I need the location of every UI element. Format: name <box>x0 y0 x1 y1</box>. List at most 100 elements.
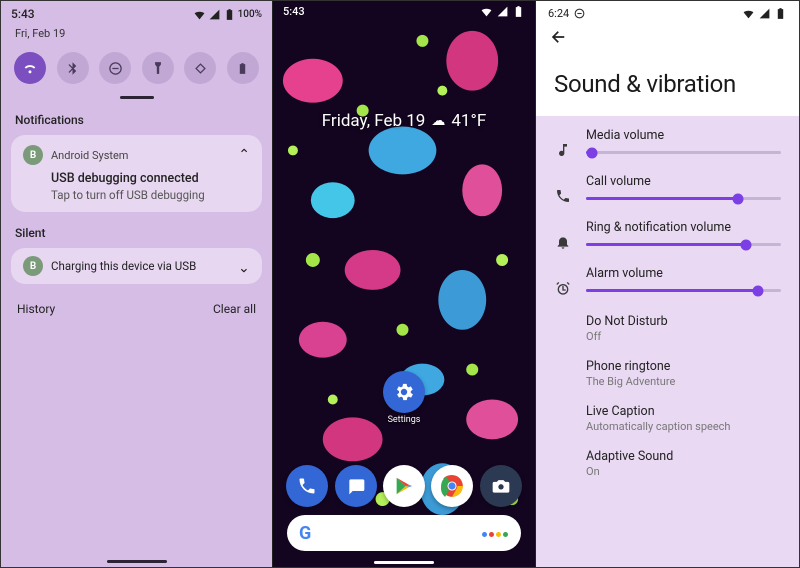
setting-row[interactable]: Do Not DisturbOff <box>536 306 799 351</box>
google-logo-icon: G <box>299 523 311 544</box>
status-time: 6:24 <box>548 7 569 20</box>
google-search-bar[interactable]: G <box>287 515 521 551</box>
setting-subtitle: On <box>586 465 781 478</box>
qs-wifi-tile[interactable] <box>14 52 46 84</box>
dnd-status-icon <box>573 7 586 20</box>
volume-slider-bell: Ring & notification volume <box>536 214 799 260</box>
qs-bluetooth-tile[interactable] <box>57 52 89 84</box>
qs-flashlight-tile[interactable] <box>142 52 174 84</box>
home-datetime-widget[interactable]: Friday, Feb 19 ☁ 41°F <box>273 111 535 131</box>
silent-header: Silent <box>1 222 272 244</box>
slider-track[interactable] <box>586 289 781 292</box>
battery-icon <box>774 7 787 20</box>
play-store-app[interactable] <box>383 465 425 507</box>
battery-percent: 100% <box>238 9 262 20</box>
settings-sound-panel: 6:24 Sound & vibration Media volume Call … <box>536 1 799 567</box>
slider-label: Ring & notification volume <box>586 220 781 235</box>
settings-body[interactable]: Media volume Call volume Ring & notificati… <box>536 116 799 567</box>
gesture-nav-bar[interactable] <box>374 561 434 564</box>
arrow-left-icon <box>550 28 568 46</box>
volume-slider-music-note: Media volume <box>536 122 799 168</box>
dock <box>273 465 535 507</box>
signal-icon <box>758 7 771 20</box>
chrome-app[interactable] <box>431 465 473 507</box>
phone-icon <box>554 174 572 204</box>
phone-icon <box>297 476 317 496</box>
notification-app-name: Android System <box>51 149 230 162</box>
back-button[interactable] <box>536 22 799 52</box>
wifi-icon <box>22 60 38 76</box>
chevron-down-icon[interactable]: ⌃ <box>238 258 250 274</box>
phone-app[interactable] <box>286 465 328 507</box>
status-time: 5:43 <box>11 7 35 21</box>
battery-icon <box>512 5 525 18</box>
qs-battery-saver-tile[interactable] <box>227 52 259 84</box>
setting-row[interactable]: Phone ringtoneThe Big Adventure <box>536 351 799 396</box>
slider-track[interactable] <box>586 197 781 200</box>
setting-row[interactable]: Adaptive SoundOn <box>536 441 799 486</box>
status-icons <box>480 5 525 18</box>
qs-dnd-tile[interactable] <box>99 52 131 84</box>
qs-autorotate-tile[interactable] <box>184 52 216 84</box>
page-title: Sound & vibration <box>536 52 799 104</box>
volume-slider-phone: Call volume <box>536 168 799 214</box>
status-bar: 5:43 <box>273 5 535 18</box>
chevron-up-icon[interactable]: ⌃ <box>238 147 250 163</box>
setting-name: Live Caption <box>586 404 781 419</box>
temperature-text: 41°F <box>451 111 486 131</box>
messages-icon <box>346 476 366 496</box>
battery-icon <box>236 62 249 75</box>
slider-thumb[interactable] <box>733 193 744 204</box>
slider-label: Media volume <box>586 128 781 143</box>
setting-name: Phone ringtone <box>586 359 781 374</box>
clear-all-button[interactable]: Clear all <box>213 302 256 316</box>
history-button[interactable]: History <box>17 302 55 316</box>
slider-thumb[interactable] <box>752 285 763 296</box>
settings-app-label: Settings <box>383 415 425 425</box>
date-text: Friday, Feb 19 <box>322 111 426 131</box>
signal-icon <box>208 8 221 21</box>
play-store-icon <box>393 475 415 497</box>
setting-subtitle: The Big Adventure <box>586 375 781 388</box>
slider-thumb[interactable] <box>740 239 751 250</box>
camera-icon <box>491 476 511 496</box>
gear-icon <box>393 381 415 403</box>
slider-label: Call volume <box>586 174 781 189</box>
notification-shade-panel: 5:43 100% Fri, Feb 19 Notifications <box>1 1 273 567</box>
bell-icon <box>554 220 572 250</box>
wifi-icon <box>193 8 206 21</box>
chrome-icon <box>439 473 465 499</box>
status-bar: 6:24 <box>536 1 799 22</box>
autorotate-icon <box>193 61 208 76</box>
camera-app[interactable] <box>480 465 522 507</box>
dnd-icon <box>108 61 123 76</box>
notification-card[interactable]: B Android System ⌃ USB debugging connect… <box>11 135 262 212</box>
settings-app-shortcut[interactable]: Settings <box>383 371 425 425</box>
status-time: 5:43 <box>283 5 305 18</box>
silent-notification-card[interactable]: B Charging this device via USB ⌃ <box>11 248 262 284</box>
music-note-icon <box>554 128 572 158</box>
status-bar: 5:43 100% <box>1 1 272 23</box>
signal-icon <box>496 5 509 18</box>
slider-track[interactable] <box>586 243 781 246</box>
setting-subtitle: Automatically caption speech <box>586 420 781 433</box>
status-icons: 100% <box>193 8 262 21</box>
slider-thumb[interactable] <box>586 147 597 158</box>
home-screen-panel: 5:43 Friday, Feb 19 ☁ 41°F Settings <box>273 1 536 567</box>
shade-date: Fri, Feb 19 <box>1 23 272 48</box>
setting-row[interactable]: Live CaptionAutomatically caption speech <box>536 396 799 441</box>
volume-slider-alarm: Alarm volume <box>536 260 799 306</box>
alarm-icon <box>554 266 572 296</box>
wifi-icon <box>742 7 755 20</box>
quick-settings-row <box>1 48 272 92</box>
gesture-nav-bar[interactable] <box>107 560 167 563</box>
silent-notification-text: Charging this device via USB <box>51 259 230 273</box>
shade-drag-handle[interactable] <box>120 96 154 99</box>
slider-track[interactable] <box>586 151 781 154</box>
wifi-icon <box>480 5 493 18</box>
battery-icon <box>223 8 236 21</box>
notification-title: USB debugging connected <box>51 171 250 186</box>
messages-app[interactable] <box>335 465 377 507</box>
assistant-icon[interactable] <box>481 526 509 541</box>
bluetooth-icon <box>65 61 80 76</box>
